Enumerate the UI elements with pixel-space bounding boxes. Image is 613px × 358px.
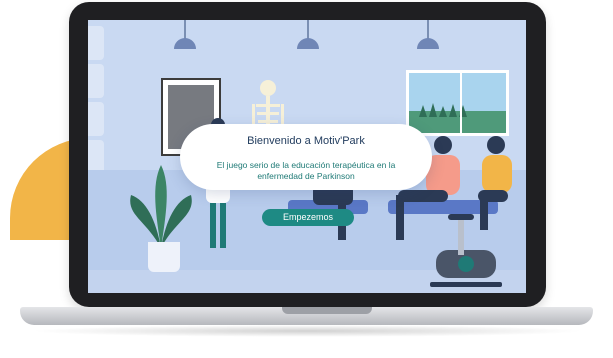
sidebar-tab: [88, 26, 104, 60]
welcome-dialog: Bienvenido a Motiv'Park El juego serio d…: [180, 124, 432, 190]
sidebar-tab: [88, 102, 104, 136]
start-button[interactable]: Empezemos: [262, 209, 354, 226]
laptop-shadow: [30, 325, 585, 337]
window-illustration: [406, 70, 509, 136]
ceiling-lamp-cord: [307, 20, 309, 40]
sidebar-tab: [88, 64, 104, 98]
ceiling-lamp-icon: [174, 38, 196, 49]
dialog-title: Bienvenido a Motiv'Park: [247, 135, 365, 147]
ceiling-lamp-icon: [417, 38, 439, 49]
exercise-bike-illustration: [430, 214, 502, 287]
forest-view-icon: [409, 73, 506, 133]
laptop-base: [20, 307, 593, 325]
sidebar-tab: [88, 140, 104, 174]
app-screen: Bienvenido a Motiv'Park El juego serio d…: [88, 20, 526, 293]
ceiling-lamp-cord: [184, 20, 186, 40]
ceiling-lamp-cord: [427, 20, 429, 40]
dialog-subtitle: El juego serio de la educación terapéuti…: [216, 160, 396, 181]
laptop-notch: [282, 307, 372, 314]
ceiling-lamp-icon: [297, 38, 319, 49]
plant-pot: [148, 242, 180, 272]
